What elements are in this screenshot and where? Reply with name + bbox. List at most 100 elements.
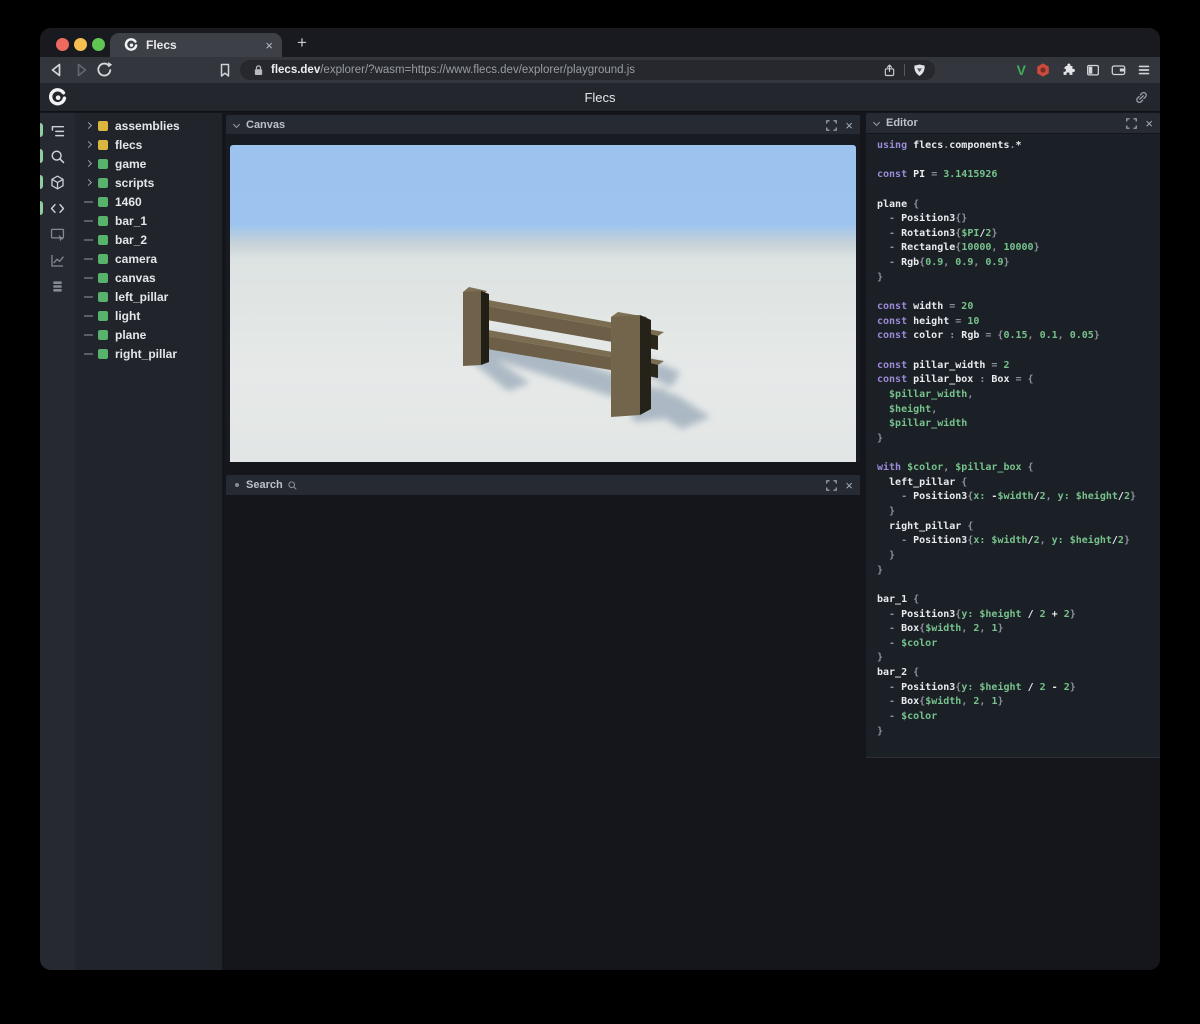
extension-hexagon-icon[interactable]: [1035, 62, 1051, 78]
entity-label: left_pillar: [115, 289, 169, 304]
tree-item-right_pillar[interactable]: right_pillar: [75, 344, 222, 363]
link-icon[interactable]: [1134, 90, 1149, 105]
tree-item-canvas[interactable]: canvas: [75, 268, 222, 287]
expand-chevron-icon[interactable]: [84, 121, 93, 130]
browser-tab[interactable]: Flecs ×: [110, 33, 282, 57]
tree-item-bar_2[interactable]: bar_2: [75, 230, 222, 249]
fullscreen-icon[interactable]: [826, 119, 838, 131]
code-line: - Position3{x: $width/2, y: $height/2}: [877, 535, 1130, 547]
rail-queries-button[interactable]: [40, 273, 75, 299]
expand-chevron-icon[interactable]: [84, 159, 93, 168]
screen-cursor-icon: [50, 228, 65, 242]
code-line: }: [877, 725, 884, 737]
tree-item-camera[interactable]: camera: [75, 249, 222, 268]
tree-item-light[interactable]: light: [75, 306, 222, 325]
tab-close-icon[interactable]: ×: [265, 39, 273, 52]
scene-3d-viewport[interactable]: [230, 145, 856, 462]
code-line: - Box{$width, 2, 1}: [877, 623, 1004, 635]
code-line: const color : Rgb = {0.15, 0.1, 0.05}: [877, 330, 1100, 342]
tree-item-plane[interactable]: plane: [75, 325, 222, 344]
chevron-down-icon[interactable]: [872, 118, 881, 126]
code-line: - $color: [877, 710, 938, 722]
rail-search-button[interactable]: [40, 143, 75, 169]
entity-label: canvas: [115, 270, 156, 285]
code-line: - Position3{}: [877, 213, 968, 225]
tree-item-bar_1[interactable]: bar_1: [75, 211, 222, 230]
rail-entities-button[interactable]: [40, 169, 75, 195]
code-line: right_pillar {: [877, 520, 974, 532]
extensions-puzzle-icon[interactable]: [1060, 62, 1076, 78]
entity-kind-square: [98, 272, 108, 283]
icon-rail: [40, 113, 75, 970]
code-line: left_pillar {: [877, 476, 968, 488]
rail-code-button[interactable]: [40, 195, 75, 221]
new-tab-button[interactable]: +: [290, 31, 314, 55]
reload-button[interactable]: [95, 61, 113, 79]
code-line: }: [877, 549, 896, 561]
leaf-dash-icon: [84, 333, 93, 336]
divider: [904, 64, 905, 76]
rail-stats-button[interactable]: [40, 247, 75, 273]
code-area[interactable]: using flecs.components.* const PI = 3.14…: [866, 134, 1160, 739]
tree-item-flecs[interactable]: flecs: [75, 135, 222, 154]
forward-button[interactable]: [72, 61, 90, 79]
window-close-button[interactable]: [56, 38, 69, 51]
code-line: with $color, $pillar_box {: [877, 462, 1034, 474]
entity-label: camera: [115, 251, 158, 266]
lock-icon: [254, 64, 263, 75]
entity-kind-square: [98, 215, 108, 226]
rail-tree-view-button[interactable]: [40, 117, 75, 143]
entity-tree: assemblies flecs game scripts 1460 bar_1 bar_2…: [75, 113, 222, 970]
fence-right-pillar: [611, 312, 651, 417]
canvas-panel-body: [226, 134, 860, 462]
code-line: }: [877, 652, 884, 664]
tree-item-scripts[interactable]: scripts: [75, 173, 222, 192]
share-icon[interactable]: [882, 63, 897, 78]
tree-item-left_pillar[interactable]: left_pillar: [75, 287, 222, 306]
panel-collapsed-dot-icon[interactable]: [235, 483, 239, 487]
code-line: - Position3{y: $height / 2 - 2}: [877, 681, 1076, 693]
code-line: plane {: [877, 198, 920, 210]
back-button[interactable]: [48, 61, 66, 79]
expand-chevron-icon[interactable]: [84, 178, 93, 187]
search-panel-title: Search: [246, 479, 283, 491]
close-icon[interactable]: ×: [845, 479, 853, 492]
fullscreen-icon[interactable]: [1126, 117, 1138, 129]
chevron-down-icon[interactable]: [232, 120, 241, 128]
url-domain: flecs.dev: [271, 64, 321, 76]
tree-item-assemblies[interactable]: assemblies: [75, 116, 222, 135]
entity-kind-square: [98, 291, 108, 302]
address-bar[interactable]: flecs.dev/explorer/?wasm=https://www.fle…: [240, 60, 935, 80]
rail-canvas-button[interactable]: [40, 221, 75, 247]
leaf-dash-icon: [84, 257, 93, 260]
entity-label: bar_1: [115, 213, 148, 228]
sidebar-toggle-icon[interactable]: [1085, 62, 1101, 78]
entity-kind-square: [98, 253, 108, 264]
code-line: bar_2 {: [877, 667, 920, 679]
code-line: - Position3{y: $height / 2 + 2}: [877, 608, 1076, 620]
brave-shield-icon[interactable]: [912, 63, 927, 78]
cube-icon: [51, 174, 64, 190]
tree-item-1460[interactable]: 1460: [75, 192, 222, 211]
code-icon: [50, 203, 65, 213]
fence-left-pillar: [463, 287, 489, 366]
app-header: Flecs: [40, 83, 1160, 112]
stack-rows-icon: [53, 280, 62, 292]
extension-v-icon[interactable]: V: [1017, 62, 1026, 78]
tree-item-game[interactable]: game: [75, 154, 222, 173]
bookmark-icon[interactable]: [216, 61, 234, 79]
fullscreen-icon[interactable]: [826, 479, 838, 491]
wallet-icon[interactable]: [1110, 62, 1127, 78]
close-icon[interactable]: ×: [845, 119, 853, 132]
expand-chevron-icon[interactable]: [84, 140, 93, 149]
window-zoom-button[interactable]: [92, 38, 105, 51]
window-minimize-button[interactable]: [74, 38, 87, 51]
code-line: const pillar_width = 2: [877, 359, 1010, 371]
leaf-dash-icon: [84, 276, 93, 279]
menu-hamburger-icon[interactable]: [1136, 62, 1152, 78]
canvas-panel-title: Canvas: [246, 119, 286, 131]
close-icon[interactable]: ×: [1145, 117, 1153, 130]
browser-window: Flecs × + flecs.dev/explorer/?wasm=https…: [40, 28, 1160, 970]
